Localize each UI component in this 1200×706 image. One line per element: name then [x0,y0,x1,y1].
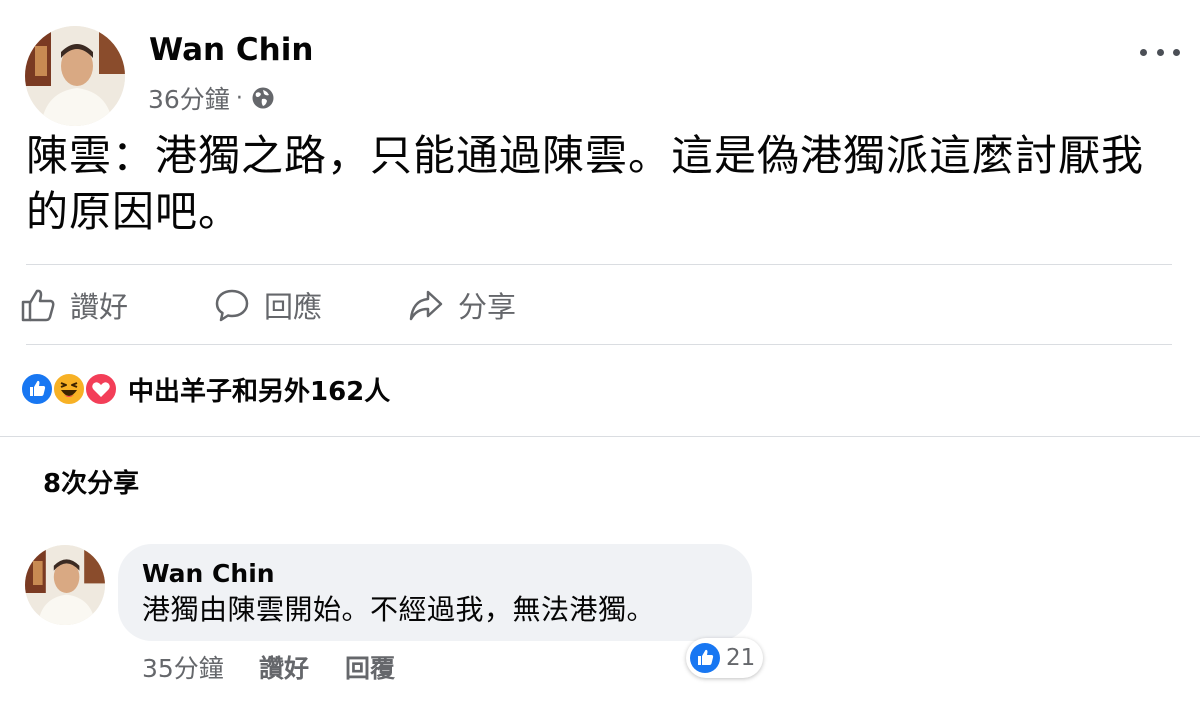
more-options-icon[interactable] [1140,40,1180,64]
shares-count[interactable]: 8次分享 [43,463,139,500]
post-text: 陳雲：港獨之路，只能通過陳雲。這是偽港獨派這麼討厭我的原因吧。 [26,131,1145,236]
share-arrow-icon [409,290,443,321]
reactions-summary[interactable]: 中出羊子和另外162人 [20,371,390,408]
post-timestamp[interactable]: 36分鐘 [148,80,230,116]
comment-author-name[interactable]: Wan Chin [142,558,728,590]
like-button[interactable]: 讚好 [20,281,128,329]
post-meta: 36分鐘 · [148,81,275,115]
divider [26,264,1172,265]
comment-like-count[interactable]: 21 [686,638,764,678]
globe-icon[interactable] [251,86,275,110]
reactions-summary-label[interactable]: 中出羊子和另外162人 [128,371,390,408]
like-reaction-icon [20,372,54,406]
like-reaction-icon [690,643,720,673]
like-button-label: 讚好 [70,290,129,324]
meta-separator: · [235,85,243,111]
comment-bubble[interactable]: Wan Chin 港獨由陳雲開始。不經過我，無法港獨。 [118,544,752,641]
divider [26,344,1172,345]
comment-reply-button[interactable]: 回覆 [345,650,395,684]
comment-text: 港獨由陳雲開始。不經過我，無法港獨。 [142,593,656,626]
section-divider [0,436,1200,437]
reaction-icons [20,372,120,406]
post-author-name[interactable]: Wan Chin [149,32,313,68]
share-button[interactable]: 分享 [408,281,516,329]
commenter-avatar[interactable] [25,545,105,625]
author-avatar-image [25,26,125,126]
haha-reaction-icon [52,372,86,406]
comment-button[interactable]: 回應 [214,281,322,329]
commenter-avatar-image [25,545,105,625]
comment-timestamp[interactable]: 35分鐘 [142,650,224,684]
love-reaction-icon [84,372,118,406]
share-button-label: 分享 [458,290,517,324]
thumbs-up-icon [21,289,55,322]
comment-button-label: 回應 [264,290,323,324]
comment-like-count-value: 21 [726,645,756,671]
comment-icon [215,289,249,322]
comment-like-button[interactable]: 讚好 [259,650,309,684]
author-avatar[interactable] [25,26,125,126]
